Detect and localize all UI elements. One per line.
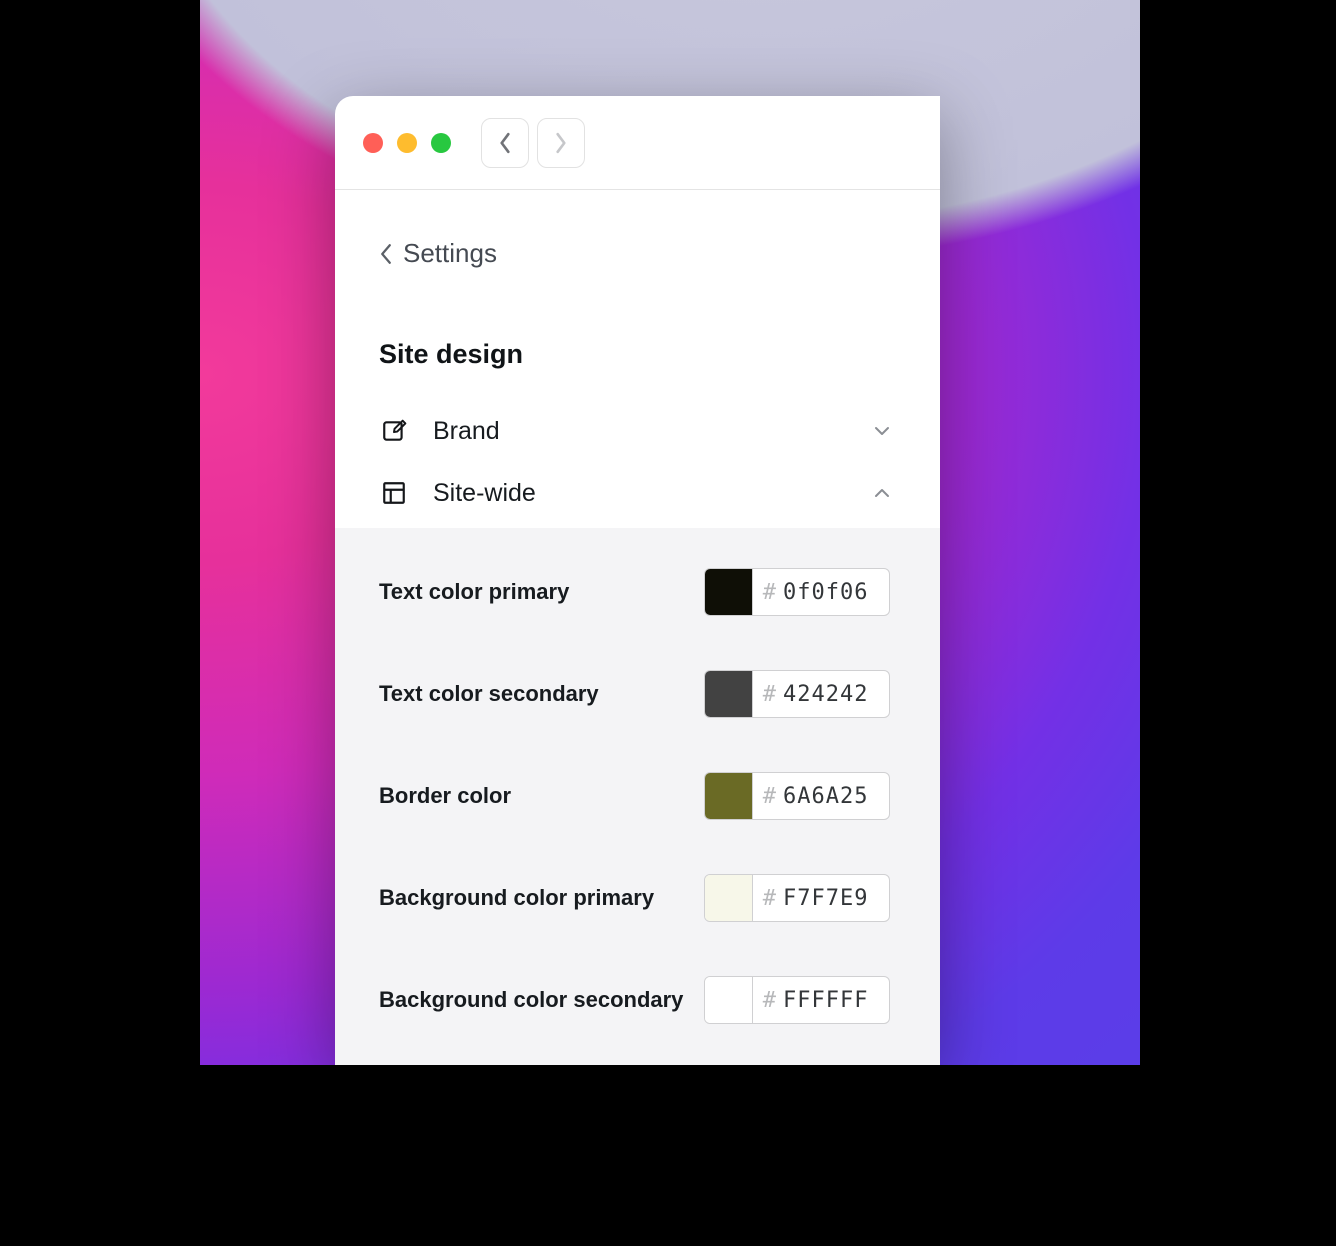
window-controls	[363, 133, 451, 153]
hash-prefix: #	[763, 682, 777, 707]
prop-label: Text color secondary	[379, 681, 704, 707]
letterbox-bottom	[0, 1065, 1336, 1246]
hash-prefix: #	[763, 784, 777, 809]
nav-back-button[interactable]	[481, 118, 529, 168]
hash-prefix: #	[763, 988, 777, 1013]
color-swatch[interactable]	[705, 875, 753, 921]
prop-label: Background color secondary	[379, 987, 704, 1013]
prop-label: Text color primary	[379, 579, 704, 605]
color-swatch[interactable]	[705, 671, 753, 717]
window-maximize-button[interactable]	[431, 133, 451, 153]
section-list: Brand Site-wide	[335, 400, 940, 524]
prop-label: Border color	[379, 783, 704, 809]
window-titlebar	[335, 96, 940, 190]
edit-icon	[379, 416, 409, 446]
color-hex-input[interactable]	[783, 988, 875, 1013]
prop-border-color: Border color #	[379, 772, 890, 820]
layout-icon	[379, 478, 409, 508]
section-label: Site-wide	[433, 479, 874, 508]
window-close-button[interactable]	[363, 133, 383, 153]
window-minimize-button[interactable]	[397, 133, 417, 153]
site-wide-properties: Text color primary # Text color secondar…	[335, 528, 940, 1066]
breadcrumb-label: Settings	[403, 238, 497, 269]
page-title: Site design	[379, 339, 940, 370]
section-label: Brand	[433, 417, 874, 446]
prop-text-color-secondary: Text color secondary #	[379, 670, 890, 718]
breadcrumb-settings[interactable]: Settings	[335, 190, 940, 269]
color-hex-input[interactable]	[783, 682, 875, 707]
color-swatch[interactable]	[705, 569, 753, 615]
section-brand[interactable]: Brand	[335, 400, 940, 462]
prop-background-color-secondary: Background color secondary #	[379, 976, 890, 1024]
prop-text-color-primary: Text color primary #	[379, 568, 890, 616]
prop-background-color-primary: Background color primary #	[379, 874, 890, 922]
content-area: Settings Site design Brand	[335, 190, 940, 1066]
color-swatch[interactable]	[705, 773, 753, 819]
color-field: #	[704, 568, 890, 616]
color-field: #	[704, 976, 890, 1024]
chevron-right-icon	[553, 132, 569, 154]
prop-label: Background color primary	[379, 885, 704, 911]
color-field: #	[704, 772, 890, 820]
chevron-up-icon	[874, 487, 890, 499]
section-site-wide[interactable]: Site-wide	[335, 462, 940, 524]
color-field: #	[704, 670, 890, 718]
letterbox-right	[1140, 0, 1336, 1246]
hash-prefix: #	[763, 886, 777, 911]
chevron-down-icon	[874, 425, 890, 437]
navigation-buttons	[481, 118, 585, 168]
app-window: Settings Site design Brand	[335, 96, 940, 1066]
color-hex-input[interactable]	[783, 580, 875, 605]
color-hex-input[interactable]	[783, 784, 875, 809]
hash-prefix: #	[763, 580, 777, 605]
chevron-left-icon	[379, 244, 393, 264]
chevron-left-icon	[497, 132, 513, 154]
nav-forward-button[interactable]	[537, 118, 585, 168]
color-hex-input[interactable]	[783, 886, 875, 911]
color-swatch[interactable]	[705, 977, 753, 1023]
color-field: #	[704, 874, 890, 922]
